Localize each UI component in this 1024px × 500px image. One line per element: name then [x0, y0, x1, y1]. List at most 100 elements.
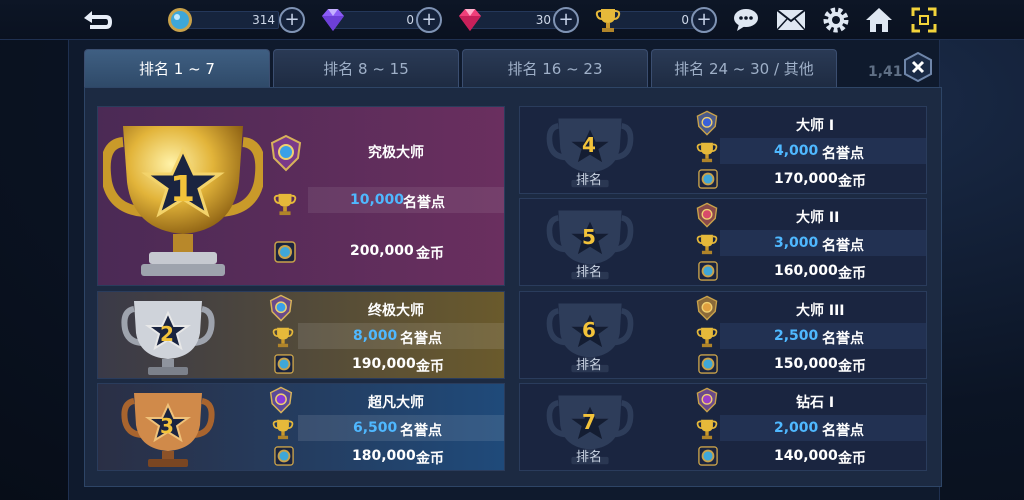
- rank-4-title: 大师 I: [796, 118, 835, 134]
- rank-7-honor-value: 2,000: [774, 420, 819, 436]
- rank-2-gold-value: 190,000: [352, 356, 416, 372]
- rank-1-honor-unit: 名誉点: [403, 195, 445, 211]
- rank-1-honor-trophy-icon: [270, 189, 300, 219]
- purple-gem-value: 0: [406, 13, 414, 27]
- rank-2-honor-trophy-icon: [270, 324, 296, 350]
- rank-2-emblem-icon: [266, 294, 296, 322]
- rank-5-title: 大师 II: [796, 210, 840, 226]
- home-icon: [866, 8, 892, 32]
- chat-button[interactable]: [731, 6, 761, 34]
- rank-1-gold-value: 200,000: [350, 243, 414, 259]
- reward-card-rank-6: 6 排名 大师 III 2,500 名誉点 150,000 金币: [519, 291, 927, 379]
- mail-icon: [776, 9, 806, 31]
- rank-7-gold-unit: 金币: [838, 451, 866, 467]
- rank-3-gold-value: 180,000: [352, 448, 416, 464]
- close-button[interactable]: [903, 52, 933, 82]
- purple-gem-icon: [318, 5, 348, 35]
- purple-gem-add-button[interactable]: +: [416, 7, 442, 33]
- rank-6-title: 大师 III: [796, 303, 845, 319]
- reward-card-rank-5: 5 排名 大师 II 3,000 名誉点 160,000 金币: [519, 198, 927, 286]
- fullscreen-button[interactable]: [909, 6, 939, 34]
- fullscreen-icon: [911, 7, 937, 33]
- tab-rank-16-23[interactable]: 排名 16 ~ 23: [462, 49, 648, 87]
- rewards-content: 1 究极大师 10,000 名誉点 200,000 金币 2 终极大师 8,00…: [84, 87, 942, 487]
- trophy-resource: 0 +: [593, 5, 721, 35]
- rank-7-title: 钻石 I: [796, 395, 835, 411]
- rank-7-label: 排名: [576, 450, 603, 465]
- rank-3-gold-coin-icon: [272, 444, 296, 468]
- rank-6-honor-unit: 名誉点: [822, 331, 864, 347]
- rank-7-gold-value: 140,000: [774, 448, 838, 464]
- pink-gem-resource: 30 +: [455, 5, 583, 35]
- rank-5-honor-trophy-icon: [694, 231, 720, 257]
- rank-4-gold-coin-icon: [696, 167, 720, 191]
- trophy-value: 0: [681, 13, 689, 27]
- rank-6-gold-value: 150,000: [774, 356, 838, 372]
- close-icon: [904, 52, 932, 82]
- rank-5-number: 5: [582, 225, 596, 249]
- back-button[interactable]: [78, 6, 118, 34]
- chat-icon: [734, 9, 758, 31]
- rank-4-label: 排名: [576, 173, 603, 188]
- top-bar: 314 + 0 + 30 + 0 +: [0, 0, 1024, 40]
- rank-1-gold-unit: 金币: [416, 246, 444, 262]
- settings-icon: [823, 7, 849, 33]
- rank-1-honor-value: 10,000: [350, 192, 405, 208]
- back-arrow-icon: [84, 11, 112, 29]
- rank-2-honor-unit: 名誉点: [400, 331, 442, 347]
- tab-rank-24-30-other[interactable]: 排名 24 ~ 30 / 其他: [651, 49, 837, 87]
- reward-card-rank-7: 7 排名 钻石 I 2,000 名誉点 140,000 金币: [519, 383, 927, 471]
- rank-7-emblem-icon: [692, 386, 722, 414]
- rank-6-gold-coin-icon: [696, 352, 720, 376]
- tab-rank-1-7[interactable]: 排名 1 ~ 7: [84, 49, 270, 87]
- rank-3-number: 3: [160, 414, 174, 438]
- rank-4-number: 4: [582, 133, 596, 157]
- rank-4-honor-unit: 名誉点: [822, 146, 864, 162]
- rank-3-gold-unit: 金币: [416, 451, 444, 467]
- rank-4-honor-trophy-icon: [694, 139, 720, 165]
- rank-6-emblem-icon: [692, 294, 722, 322]
- coin-resource: 314 +: [165, 5, 310, 35]
- rank-3-title: 超凡大师: [368, 395, 424, 411]
- rank-1-title: 究极大师: [368, 145, 424, 161]
- rank-1-number: 1: [170, 169, 196, 210]
- rank-2-gold-unit: 金币: [416, 359, 444, 375]
- coin-add-button[interactable]: +: [279, 7, 305, 33]
- rank-2-number: 2: [160, 322, 174, 346]
- background-peek-text: 1,41: [868, 64, 903, 80]
- pink-gem-value: 30: [535, 13, 551, 27]
- rank-3-honor-value: 6,500: [353, 420, 398, 436]
- reward-card-rank-3: 3 超凡大师 6,500 名誉点 180,000 金币: [97, 383, 505, 471]
- coin-value: 314: [252, 13, 275, 27]
- rank-5-gold-unit: 金币: [838, 266, 866, 282]
- rank-6-honor-trophy-icon: [694, 324, 720, 350]
- tab-bar: 排名 1 ~ 7 排名 8 ~ 15 排名 16 ~ 23 排名 24 ~ 30…: [84, 49, 837, 87]
- trophy-add-button[interactable]: +: [691, 7, 717, 33]
- trophy-icon: [593, 5, 623, 35]
- rank-4-emblem-icon: [692, 109, 722, 137]
- settings-button[interactable]: [821, 6, 851, 34]
- rank-2-title: 终极大师: [368, 303, 424, 319]
- mail-button[interactable]: [776, 6, 806, 34]
- rank-4-gold-value: 170,000: [774, 171, 838, 187]
- rank-7-honor-unit: 名誉点: [822, 423, 864, 439]
- pink-gem-add-button[interactable]: +: [553, 7, 579, 33]
- rank-3-emblem-icon: [266, 386, 296, 414]
- home-button[interactable]: [864, 6, 894, 34]
- rank-5-honor-value: 3,000: [774, 235, 819, 251]
- reward-card-rank-4: 4 排名 大师 I 4,000 名誉点 170,000 金币: [519, 106, 927, 194]
- rank-5-gold-coin-icon: [696, 259, 720, 283]
- rank-3-honor-trophy-icon: [270, 416, 296, 442]
- rank-5-label: 排名: [576, 265, 603, 280]
- rank-1-emblem-icon: [266, 133, 306, 173]
- tab-rank-8-15[interactable]: 排名 8 ~ 15: [273, 49, 459, 87]
- coin-icon: [165, 5, 195, 35]
- rank-5-gold-value: 160,000: [774, 263, 838, 279]
- rank-6-number: 6: [582, 318, 596, 342]
- rank-5-honor-unit: 名誉点: [822, 238, 864, 254]
- rank-6-gold-unit: 金币: [838, 359, 866, 375]
- rank-6-label: 排名: [576, 358, 603, 373]
- reward-card-rank-2: 2 终极大师 8,000 名誉点 190,000 金币: [97, 291, 505, 379]
- rank-3-honor-unit: 名誉点: [400, 423, 442, 439]
- rank-7-honor-trophy-icon: [694, 416, 720, 442]
